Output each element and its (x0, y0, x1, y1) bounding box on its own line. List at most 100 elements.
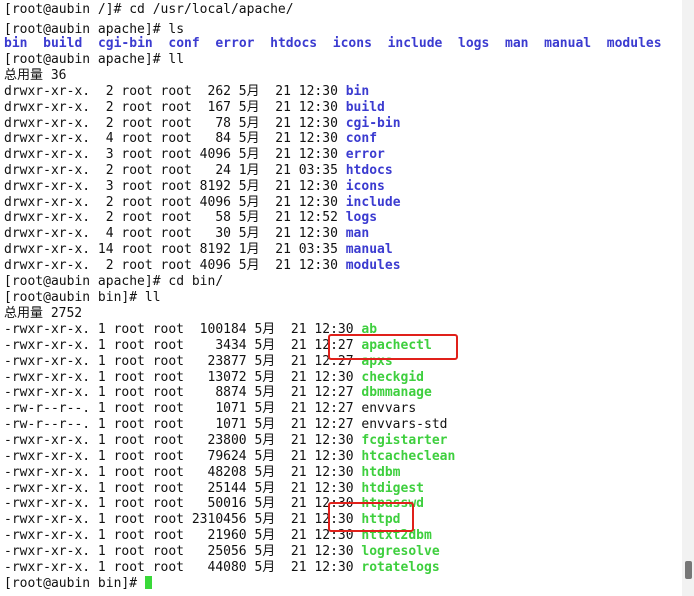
ls-dir-item[interactable]: error (215, 36, 254, 51)
scrollbar[interactable] (682, 0, 694, 596)
dir-row-meta: drwxr-xr-x. 3 root root 8192 5月 21 12:30 (4, 178, 346, 194)
dir-row-meta: drwxr-xr-x. 2 root root 4096 5月 21 12:30 (4, 257, 346, 273)
dir-name[interactable]: modules (346, 258, 401, 273)
dir-name[interactable]: man (346, 226, 369, 241)
file-row: -rwxr-xr-x. 1 root root 25056 5月 21 12:3… (4, 544, 440, 560)
file-row-meta: -rw-r--r--. 1 root root 1071 5月 21 12:27 (4, 417, 362, 433)
cd-bin-command-line: [root@aubin apache]# cd bin/ (4, 274, 223, 290)
command-text: [root@aubin /]# cd /usr/local/apache/ (4, 2, 294, 17)
prompt: [root@aubin bin]# (4, 576, 145, 591)
ls-dir-item[interactable]: logs (458, 36, 489, 51)
dir-row: drwxr-xr-x. 2 root root 24 1月 21 03:35 h… (4, 163, 393, 179)
file-name[interactable]: htcacheclean (361, 449, 455, 464)
dir-row: drwxr-xr-x. 4 root root 30 5月 21 12:30 m… (4, 226, 369, 242)
file-name[interactable]: envvars (361, 401, 416, 416)
file-row: -rwxr-xr-x. 1 root root 44080 5月 21 12:3… (4, 560, 440, 576)
dir-row: drwxr-xr-x. 2 root root 167 5月 21 12:30 … (4, 100, 385, 116)
command-text: ls (168, 22, 185, 37)
file-row-meta: -rw-r--r--. 1 root root 1071 5月 21 12:27 (4, 401, 362, 417)
dir-row-meta: drwxr-xr-x. 3 root root 4096 5月 21 12:30 (4, 147, 346, 163)
dir-row: drwxr-xr-x. 2 root root 4096 5月 21 12:30… (4, 258, 401, 274)
file-name[interactable]: rotatelogs (361, 560, 439, 575)
file-name[interactable]: logresolve (361, 544, 439, 559)
file-row-meta: -rwxr-xr-x. 1 root root 25144 5月 21 12:3… (4, 480, 362, 496)
file-row-meta: -rwxr-xr-x. 1 root root 48208 5月 21 12:3… (4, 464, 362, 480)
dir-row: drwxr-xr-x. 2 root root 4096 5月 21 12:30… (4, 195, 401, 211)
dir-name[interactable]: htdocs (346, 163, 393, 178)
dir-row-meta: drwxr-xr-x. 2 root root 4096 5月 21 12:30 (4, 194, 346, 210)
file-row: -rwxr-xr-x. 1 root root 23800 5月 21 12:3… (4, 433, 447, 449)
total-text: 总用量 2752 (4, 306, 83, 321)
ll-bin-command-line: [root@aubin bin]# ll (4, 290, 161, 306)
file-row: -rwxr-xr-x. 1 root root 13072 5月 21 12:3… (4, 370, 424, 386)
ls-dir-item[interactable]: bin (4, 36, 27, 51)
dir-row-meta: drwxr-xr-x. 4 root root 84 5月 21 12:30 (4, 131, 346, 147)
prompt: [root@aubin apache]# (4, 52, 169, 67)
dir-name[interactable]: error (346, 147, 385, 162)
dir-row: drwxr-xr-x. 2 root root 78 5月 21 12:30 c… (4, 116, 401, 132)
file-row: -rwxr-xr-x. 1 root root 100184 5月 21 12:… (4, 322, 377, 338)
dir-name[interactable]: build (346, 100, 385, 115)
dir-name[interactable]: cgi-bin (346, 116, 401, 131)
dir-row-meta: drwxr-xr-x. 2 root root 262 5月 21 12:30 (4, 84, 346, 99)
file-row-meta: -rwxr-xr-x. 1 root root 21960 5月 21 12:3… (4, 528, 362, 544)
dir-row: drwxr-xr-x. 3 root root 4096 5月 21 12:30… (4, 147, 385, 163)
cd-command-line: [root@aubin /]# cd /usr/local/apache/ (4, 2, 294, 18)
file-row-meta: -rwxr-xr-x. 1 root root 79624 5月 21 12:3… (4, 448, 362, 464)
file-row: -rw-r--r--. 1 root root 1071 5月 21 12:27… (4, 401, 416, 417)
text-cursor (144, 576, 152, 589)
command-text: ll (168, 52, 185, 67)
dir-row: drwxr-xr-x. 2 root root 262 5月 21 12:30 … (4, 84, 369, 100)
dir-row-meta: drwxr-xr-x. 2 root root 24 1月 21 03:35 (4, 163, 346, 178)
current-prompt-line[interactable]: [root@aubin bin]# (4, 576, 152, 592)
ls-dir-item[interactable]: conf (168, 36, 199, 51)
dir-row-meta: drwxr-xr-x. 4 root root 30 5月 21 12:30 (4, 226, 346, 242)
dir-row-meta: drwxr-xr-x. 2 root root 58 5月 21 12:52 (4, 210, 346, 226)
file-row: -rw-r--r--. 1 root root 1071 5月 21 12:27… (4, 417, 447, 433)
ll-command-line: [root@aubin apache]# ll (4, 52, 184, 68)
ls-dir-item[interactable]: modules (607, 36, 662, 51)
scrollbar-thumb[interactable] (685, 561, 692, 579)
ls-dir-item[interactable]: man (505, 36, 528, 51)
dir-name[interactable]: manual (346, 242, 393, 257)
file-row: -rwxr-xr-x. 1 root root 25144 5月 21 12:3… (4, 481, 424, 497)
ls-dir-item[interactable]: htdocs (270, 36, 317, 51)
file-name[interactable]: htdbm (361, 465, 400, 480)
dir-row-meta: drwxr-xr-x. 2 root root 167 5月 21 12:30 (4, 99, 346, 115)
dir-name[interactable]: bin (346, 84, 369, 99)
ls-dir-item[interactable]: build (43, 36, 82, 51)
file-name[interactable]: dbmmanage (361, 385, 431, 400)
file-row-meta: -rwxr-xr-x. 1 root root 44080 5月 21 12:3… (4, 559, 362, 575)
file-row-meta: -rwxr-xr-x. 1 root root 13072 5月 21 12:3… (4, 369, 362, 385)
dir-row: drwxr-xr-x. 2 root root 58 5月 21 12:52 l… (4, 210, 377, 226)
prompt: [root@aubin bin]# (4, 290, 145, 305)
file-name[interactable]: fcgistarter (361, 433, 447, 448)
ls-dir-item[interactable]: cgi-bin (98, 36, 153, 51)
ls-output: bin build cgi-bin conf error htdocs icon… (4, 36, 662, 52)
file-row-meta: -rwxr-xr-x. 1 root root 25056 5月 21 12:3… (4, 543, 362, 559)
dir-row-meta: drwxr-xr-x. 2 root root 78 5月 21 12:30 (4, 115, 346, 131)
dir-row: drwxr-xr-x. 14 root root 8192 1月 21 03:3… (4, 242, 393, 258)
prompt: [root@aubin apache]# (4, 274, 169, 289)
file-row: -rwxr-xr-x. 1 root root 48208 5月 21 12:3… (4, 465, 401, 481)
dir-row-meta: drwxr-xr-x. 14 root root 8192 1月 21 03:3… (4, 242, 346, 257)
file-row-meta: -rwxr-xr-x. 1 root root 8874 5月 21 12:27 (4, 385, 362, 401)
ls-dir-item[interactable]: manual (544, 36, 591, 51)
httpd-highlight-box (328, 502, 414, 532)
dir-name[interactable]: icons (346, 179, 385, 194)
dir-row: drwxr-xr-x. 3 root root 8192 5月 21 12:30… (4, 179, 385, 195)
ls-dir-item[interactable]: icons (333, 36, 372, 51)
file-row-meta: -rwxr-xr-x. 1 root root 23877 5月 21 12:2… (4, 353, 362, 369)
file-name[interactable]: envvars-std (361, 417, 447, 432)
dir-name[interactable]: conf (346, 131, 377, 146)
file-row-meta: -rwxr-xr-x. 1 root root 50016 5月 21 12:3… (4, 496, 362, 512)
file-row-meta: -rwxr-xr-x. 1 root root 3434 5月 21 12:27 (4, 337, 362, 353)
file-row-meta: -rwxr-xr-x. 1 root root 2310456 5月 21 12… (4, 512, 362, 528)
dir-name[interactable]: include (346, 195, 401, 210)
total-line: 总用量 36 (4, 68, 66, 84)
dir-name[interactable]: logs (346, 210, 377, 225)
file-row-meta: -rwxr-xr-x. 1 root root 100184 5月 21 12:… (4, 322, 362, 337)
file-name[interactable]: htdigest (361, 481, 424, 496)
ls-dir-item[interactable]: include (388, 36, 443, 51)
file-name[interactable]: checkgid (361, 370, 424, 385)
